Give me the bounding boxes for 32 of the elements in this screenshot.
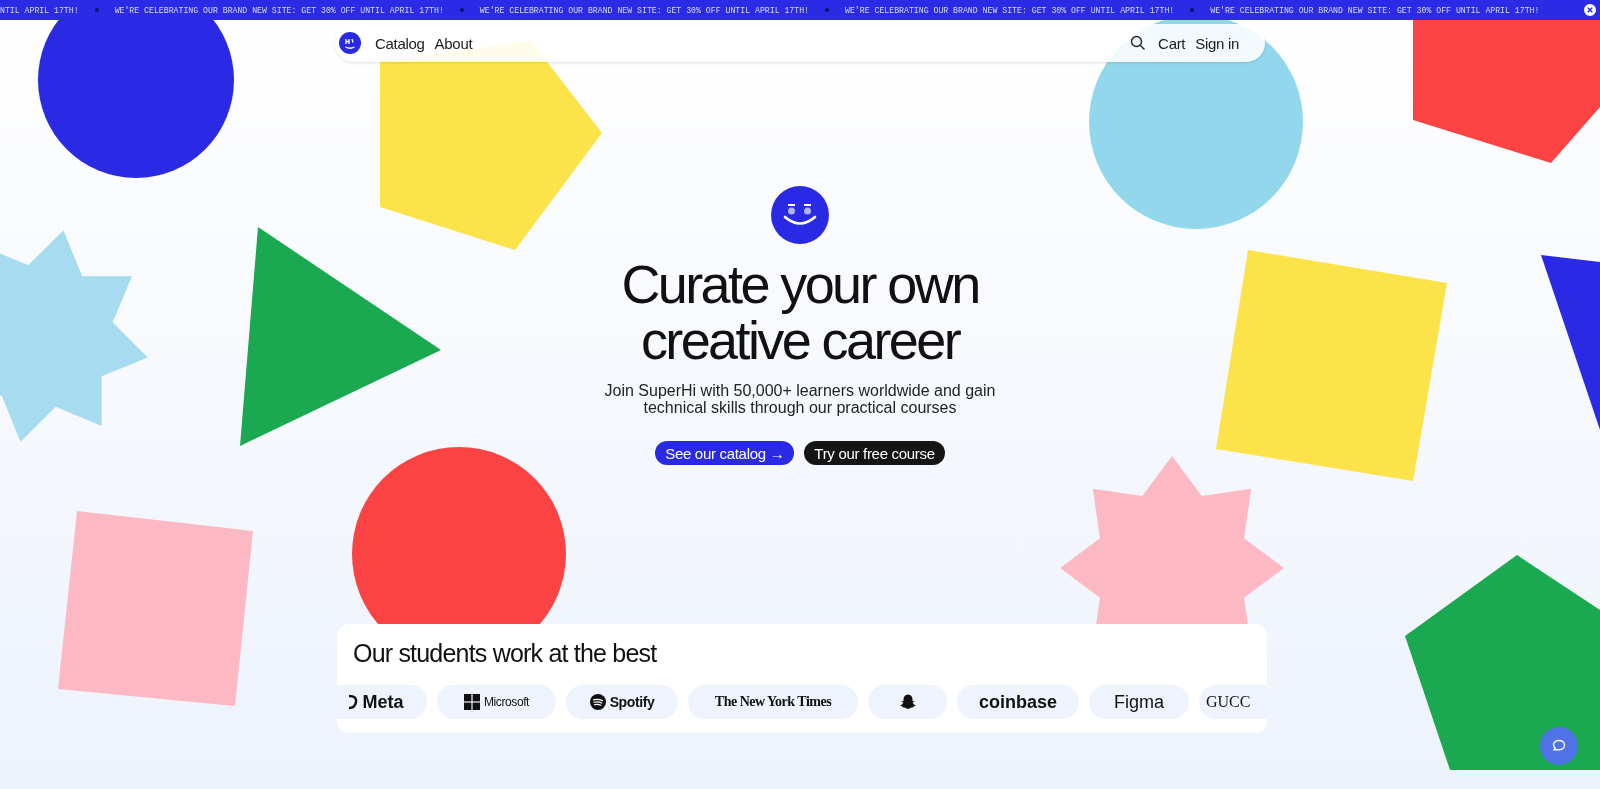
- promo-text: WE'RE CELEBRATING OUR BRAND NEW SITE: GET 30% OFF UNTIL APRIL 17TH!: [845, 5, 1175, 15]
- spotify-icon: [589, 694, 606, 710]
- smiley-icon: [771, 186, 829, 244]
- smiley-logo-icon[interactable]: [339, 32, 361, 54]
- companies-title: Our students work at the best: [353, 638, 658, 668]
- hero-heading: Curate your own creative career: [621, 256, 979, 368]
- promo-text: NTIL APRIL 17TH!: [0, 5, 79, 15]
- company-name: Microsoft: [483, 695, 530, 709]
- promo-text: WE'RE CELEBRATING OUR BRAND NEW SITE: GET 30% OFF UNTIL APRIL 17TH!: [479, 5, 810, 15]
- separator-dot: [1190, 8, 1195, 12]
- company-name: Figma: [1114, 691, 1164, 713]
- nav-link[interactable]: About: [434, 34, 473, 52]
- company-name: coinbase: [979, 691, 1057, 713]
- company-name: The New York Times: [714, 694, 832, 710]
- separator-dot: [825, 8, 830, 12]
- promo-text: WE'RE CELEBRATING OUR BRAND NEW SITE: GET 30% OFF UNTIL APRIL 17TH!: [114, 5, 444, 15]
- hero-subtitle: Join SuperHi with 50,000+ learners worldwide and gain technical skills through our practical courses: [604, 382, 996, 416]
- separator-dot: [94, 8, 99, 12]
- catalog-button[interactable]: See our catalog →: [655, 441, 795, 465]
- promo-text: WE'RE CELEBRATING OUR BRAND NEW SITE: GET 30% OFF UNTIL APRIL 17TH!: [1210, 5, 1540, 15]
- search-icon[interactable]: [1130, 35, 1147, 51]
- company-name: Meta: [362, 691, 404, 713]
- ghost-icon: [898, 693, 917, 711]
- free-course-button[interactable]: Try our free course: [804, 441, 945, 465]
- nav-link[interactable]: Sign in: [1195, 34, 1239, 52]
- company-name: GUCC: [1206, 693, 1251, 711]
- nav-link[interactable]: Catalog: [375, 34, 425, 52]
- nav-link[interactable]: Cart: [1158, 34, 1186, 52]
- company-name: Spotify: [609, 694, 655, 710]
- close-icon: [1584, 4, 1596, 16]
- windows-grid-icon: [463, 694, 480, 710]
- separator-dot: [459, 8, 464, 12]
